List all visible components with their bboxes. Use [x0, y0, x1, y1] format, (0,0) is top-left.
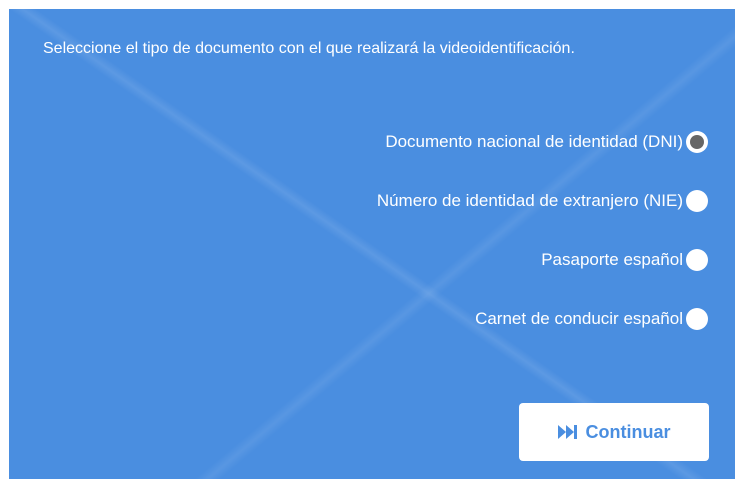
- option-passport-radio[interactable]: [686, 249, 708, 271]
- option-driving-license[interactable]: Carnet de conducir español: [188, 299, 708, 339]
- continue-button-label: Continuar: [585, 421, 671, 442]
- skip-forward-icon: [557, 425, 578, 439]
- instruction-text: Seleccione el tipo de documento con el q…: [43, 40, 575, 57]
- option-dni[interactable]: Documento nacional de identidad (DNI): [188, 122, 708, 162]
- option-dni-label: Documento nacional de identidad (DNI): [385, 132, 683, 151]
- option-passport-label: Pasaporte español: [541, 250, 683, 269]
- document-type-radio-group: Documento nacional de identidad (DNI) Nú…: [188, 122, 708, 358]
- option-passport[interactable]: Pasaporte español: [188, 240, 708, 280]
- document-selection-panel: Seleccione el tipo de documento con el q…: [9, 9, 735, 479]
- option-dni-radio[interactable]: [686, 131, 708, 153]
- option-nie-radio[interactable]: [686, 190, 708, 212]
- continue-button[interactable]: Continuar: [519, 403, 709, 461]
- option-nie-label: Número de identidad de extranjero (NIE): [376, 191, 683, 210]
- option-driving-license-radio[interactable]: [686, 308, 708, 330]
- option-nie[interactable]: Número de identidad de extranjero (NIE): [188, 181, 708, 221]
- option-driving-license-label: Carnet de conducir español: [475, 309, 683, 328]
